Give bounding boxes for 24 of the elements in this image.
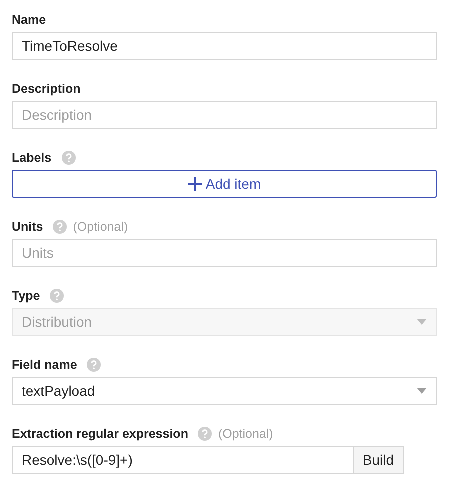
help-icon[interactable]: [198, 427, 212, 441]
field-label: Extraction regular expression: [12, 427, 188, 441]
caret-icon: [417, 388, 427, 394]
field-label: Labels: [12, 151, 52, 165]
field-label: Units: [12, 220, 44, 234]
field-label: Name: [12, 13, 46, 27]
regex-field[interactable]: Resolve:\s([0-9]+): [12, 446, 354, 474]
add-item-button[interactable]: Add item: [12, 170, 437, 198]
text-field[interactable]: Description: [12, 101, 437, 129]
plus-icon: [188, 177, 202, 191]
text-field[interactable]: Units: [12, 239, 437, 267]
field-label: Description: [12, 82, 81, 96]
help-icon[interactable]: [53, 220, 68, 234]
build-button[interactable]: Build: [354, 446, 404, 474]
field-label: Type: [12, 289, 40, 303]
dropdown[interactable]: textPayload: [12, 377, 437, 405]
help-icon[interactable]: [50, 289, 64, 303]
optional-note: (Optional): [73, 220, 128, 234]
text-field[interactable]: TimeToResolve: [12, 32, 437, 60]
caret-icon: [417, 319, 427, 325]
help-icon[interactable]: [87, 358, 102, 372]
optional-note: (Optional): [218, 427, 274, 441]
field-label: Field name: [12, 358, 78, 372]
help-icon[interactable]: [62, 151, 76, 165]
